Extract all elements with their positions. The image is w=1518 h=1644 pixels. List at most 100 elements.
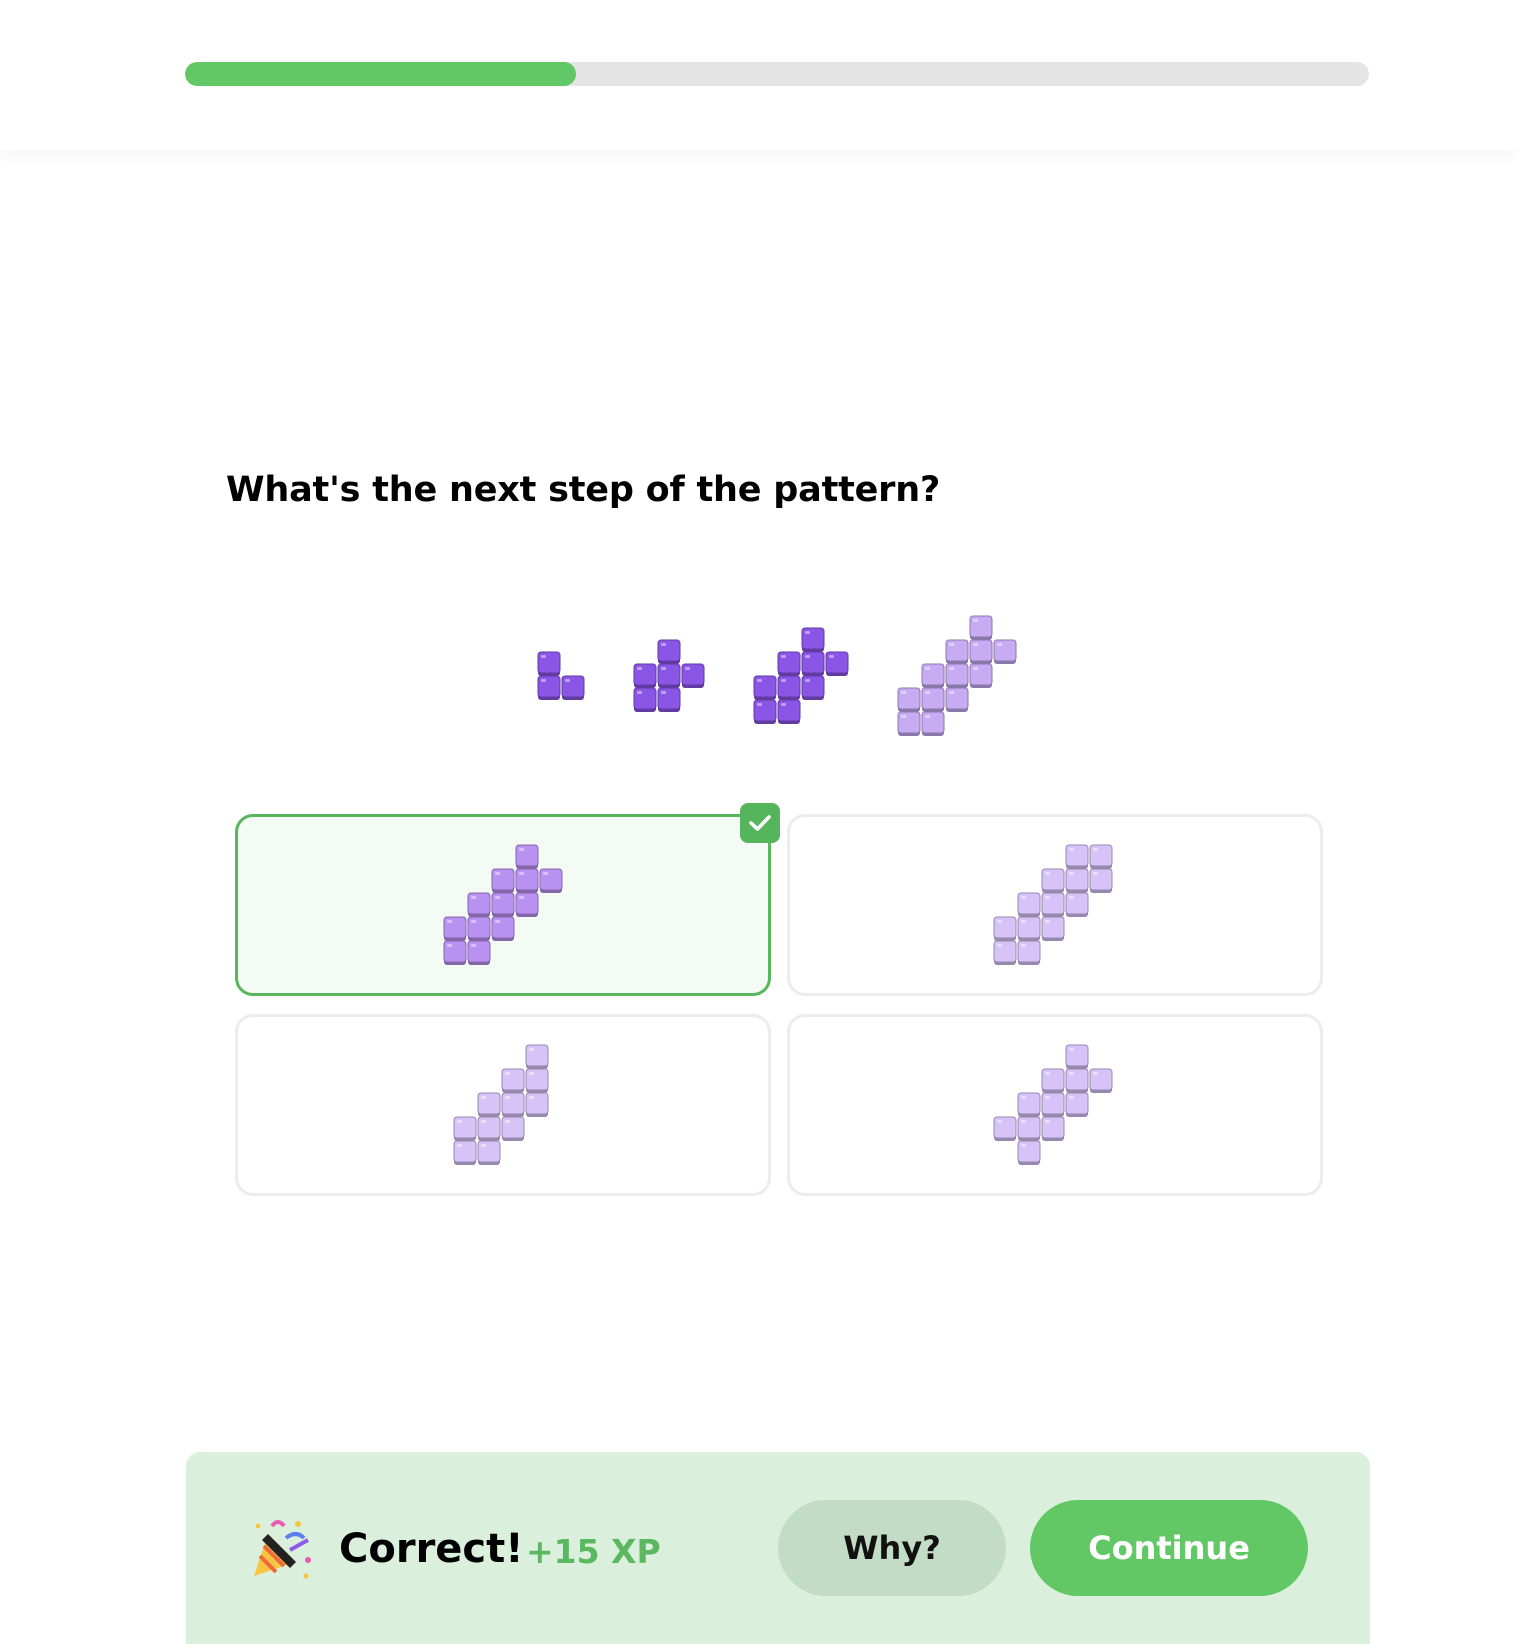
option-b-block [1089,844,1113,869]
option-d-block [1017,1116,1041,1141]
option-b-block [1041,892,1065,917]
pattern-step-3-block [753,699,777,724]
option-a-block [491,892,515,917]
option-d-figure [993,1044,1114,1168]
option-d-block [1041,1116,1065,1141]
pattern-step-3-block [777,675,801,700]
pattern-step-3 [753,627,850,727]
option-b-block [1017,940,1041,965]
option-b-block [1065,892,1089,917]
pattern-step-2-block [657,663,681,688]
pattern-step-2-block [633,663,657,688]
option-b-block [993,916,1017,941]
continue-button[interactable]: Continue [1030,1500,1308,1596]
option-a-figure [443,844,564,968]
option-a-block [515,844,539,869]
option-b-block [1017,892,1041,917]
pattern-step-4-block [969,663,993,688]
option-a-block [539,868,563,893]
feedback-banner: Correct! +15 XP Why? Continue [186,1452,1370,1644]
pattern-step-1-block [537,651,561,676]
pattern-step-4-block [921,711,945,736]
option-d-block [1041,1092,1065,1117]
option-c-block [501,1092,525,1117]
option-d-block [1065,1068,1089,1093]
pattern-step-3-block [777,699,801,724]
option-b-figure [993,844,1114,968]
pattern-step-1-block [561,675,585,700]
option-a-block [515,892,539,917]
option-a-block [467,940,491,965]
pattern-step-2-block [681,663,705,688]
progress-bar [185,62,1369,86]
progress-fill [185,62,576,86]
option-d-block [1089,1068,1113,1093]
pattern-step-3-block [825,651,849,676]
option-d-block [1041,1068,1065,1093]
pattern-step-4-block [921,687,945,712]
option-a-block [467,916,491,941]
option-a-block [515,868,539,893]
party-popper-icon [250,1516,314,1580]
pattern-step-4-block [969,615,993,640]
option-b-block [993,940,1017,965]
option-a-block [491,916,515,941]
pattern-step-3-block [801,651,825,676]
option-a-block [491,868,515,893]
pattern-step-2-block [657,639,681,664]
answer-option-b[interactable] [787,814,1323,996]
option-c-block [525,1092,549,1117]
why-button[interactable]: Why? [778,1500,1006,1596]
option-b-block [1065,844,1089,869]
pattern-step-2 [633,639,706,715]
pattern-step-4-block [897,687,921,712]
pattern-step-3-block [801,675,825,700]
pattern-step-3-block [801,627,825,652]
option-c-block [501,1116,525,1141]
answer-option-d[interactable] [787,1014,1323,1196]
option-c-block [501,1068,525,1093]
pattern-step-4-block [897,711,921,736]
option-a-block [467,892,491,917]
option-d-block [1017,1092,1041,1117]
option-c-block [453,1116,477,1141]
pattern-step-1-block [537,675,561,700]
option-c-block [477,1116,501,1141]
option-c-block [477,1140,501,1165]
option-a-block [443,940,467,965]
pattern-step-4-block [969,639,993,664]
result-title: Correct! [339,1526,524,1572]
question-text: What's the next step of the pattern? [226,470,941,510]
check-badge-icon [740,803,780,843]
pattern-step-4-block [945,687,969,712]
xp-reward: +15 XP [526,1532,661,1571]
pattern-step-2-block [633,687,657,712]
pattern-step-4-block [945,663,969,688]
option-c-block [525,1068,549,1093]
option-b-block [1041,916,1065,941]
option-d-block [1065,1044,1089,1069]
option-d-block [1065,1092,1089,1117]
pattern-step-2-block [657,687,681,712]
pattern-step-4 [897,615,1018,739]
option-b-block [1089,868,1113,893]
option-a-block [443,916,467,941]
option-b-block [1017,916,1041,941]
top-bar [0,0,1518,150]
option-c-figure [453,1044,550,1168]
option-c-block [453,1140,477,1165]
lesson-page: What's the next step of the pattern? Cor… [0,0,1518,1644]
option-d-block [1017,1140,1041,1165]
answer-option-a[interactable] [235,803,780,996]
option-c-block [525,1044,549,1069]
pattern-step-4-block [993,639,1017,664]
option-d-block [993,1116,1017,1141]
option-b-block [1041,868,1065,893]
pattern-step-3-block [777,651,801,676]
option-b-block [1065,868,1089,893]
answer-option-c[interactable] [235,1014,771,1196]
pattern-step-4-block [945,639,969,664]
pattern-step-3-block [753,675,777,700]
option-c-block [477,1092,501,1117]
pattern-step-1 [537,651,586,703]
